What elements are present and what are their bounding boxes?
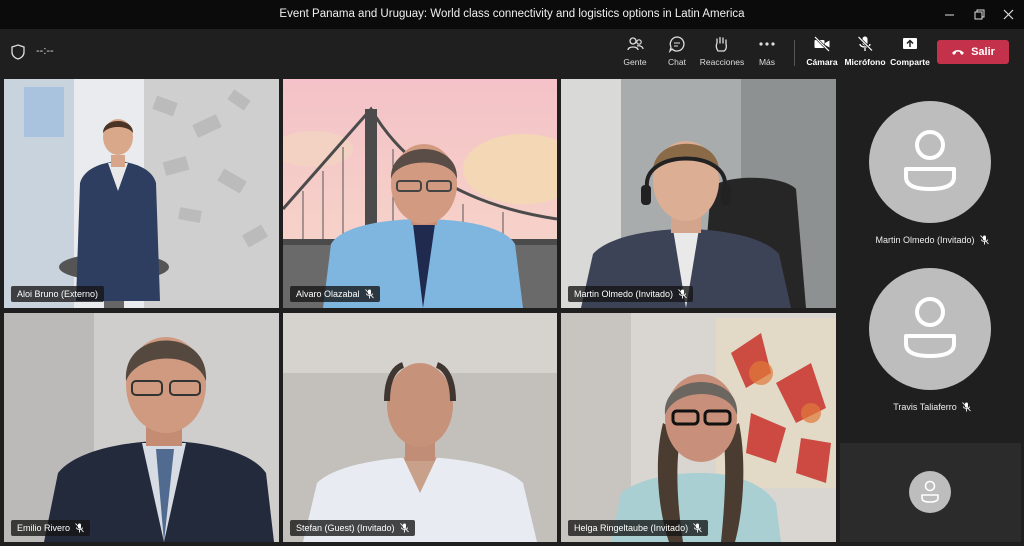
people-label: Gente xyxy=(623,57,647,67)
participant-silhouette xyxy=(44,337,274,542)
toolbar-divider xyxy=(794,40,795,66)
participant-name: Martin Olmedo (Invitado) xyxy=(574,289,674,299)
mic-muted-icon xyxy=(961,402,971,412)
raise-hand-icon xyxy=(715,36,728,52)
participant-nametag: Stefan (Guest) (Invitado) xyxy=(290,520,415,536)
meeting-timer: --:-- xyxy=(36,45,54,57)
people-icon xyxy=(627,37,644,51)
mic-off-icon xyxy=(857,36,873,52)
video-tile-helga-ringeltaube[interactable]: Helga Ringeltaube (Invitado) xyxy=(561,313,836,542)
shield-icon xyxy=(11,44,25,60)
participant-nametag: Martin Olmedo (Invitado) xyxy=(568,286,694,302)
mic-muted-icon xyxy=(693,523,702,533)
mic-muted-icon xyxy=(678,289,687,299)
mic-muted-icon xyxy=(399,523,409,533)
participant-name: Travis Taliaferro xyxy=(893,402,957,412)
leave-label: Salir xyxy=(971,46,995,58)
leave-button[interactable]: Salir xyxy=(937,40,1009,64)
self-avatar xyxy=(909,471,951,513)
chat-label: Chat xyxy=(668,57,686,67)
sidebar-participant-label: Travis Taliaferro xyxy=(840,402,1024,412)
participant-nametag: Helga Ringeltaube (Invitado) xyxy=(568,520,709,536)
video-tile-stefan[interactable]: Stefan (Guest) (Invitado) xyxy=(283,313,557,542)
video-tile-martin-olmedo[interactable]: Martin Olmedo (Invitado) xyxy=(561,79,836,308)
chat-icon xyxy=(668,36,685,53)
participant-nametag: Emilio Rivero xyxy=(11,520,91,536)
microphone-button[interactable]: Micrófono xyxy=(844,35,886,73)
share-label: Comparte xyxy=(890,57,930,67)
participant-name: Alvaro Olazabal xyxy=(296,289,360,299)
sidebar-participant-label: Martin Olmedo (Invitado) xyxy=(840,235,1024,245)
participant-name: Emilio Rivero xyxy=(17,523,71,533)
participant-silhouette xyxy=(611,374,781,542)
share-screen-icon xyxy=(903,38,917,49)
meeting-toolbar: --:-- Gente Chat Reacciones Más Cámara M… xyxy=(0,29,1024,77)
camera-label: Cámara xyxy=(806,57,838,67)
person-icon xyxy=(904,297,956,358)
share-button[interactable]: Comparte xyxy=(890,35,930,73)
title-bar: Event Panama and Uruguay: World class co… xyxy=(0,0,1024,29)
window-title: Event Panama and Uruguay: World class co… xyxy=(279,8,745,20)
person-icon xyxy=(904,130,956,191)
video-tile-emilio-rivero[interactable]: Emilio Rivero xyxy=(4,313,279,542)
participant-nametag: Alvaro Olazabal xyxy=(290,286,380,302)
video-tile-alvaro-olazabal[interactable]: Alvaro Olazabal xyxy=(283,79,557,308)
participant-silhouette xyxy=(581,141,791,308)
reactions-label: Reacciones xyxy=(699,57,745,67)
more-icon xyxy=(759,42,775,46)
hang-up-icon xyxy=(952,50,965,55)
people-button[interactable]: Gente xyxy=(615,35,655,73)
video-tile-aloi-bruno[interactable]: Aloi Bruno (Externo) xyxy=(4,79,279,308)
more-button[interactable]: Más xyxy=(747,35,787,73)
participant-name: Martin Olmedo (Invitado) xyxy=(875,235,975,245)
mic-muted-icon xyxy=(364,289,374,299)
self-view[interactable] xyxy=(840,443,1021,542)
participant-silhouette xyxy=(76,119,160,301)
reactions-button[interactable]: Reacciones xyxy=(699,35,745,73)
participant-nametag: Aloi Bruno (Externo) xyxy=(11,286,105,302)
close-icon[interactable] xyxy=(991,0,1024,29)
participant-silhouette xyxy=(303,362,537,542)
participant-name: Stefan (Guest) (Invitado) xyxy=(296,523,395,533)
minimize-icon[interactable] xyxy=(932,0,966,29)
mic-muted-icon xyxy=(979,235,989,245)
mic-muted-icon xyxy=(75,523,84,533)
participant-name: Helga Ringeltaube (Invitado) xyxy=(574,523,689,533)
more-label: Más xyxy=(758,57,776,67)
participant-silhouette xyxy=(323,144,523,308)
person-icon xyxy=(921,480,939,503)
avatar-travis-taliaferro[interactable] xyxy=(869,268,991,390)
chat-button[interactable]: Chat xyxy=(657,35,697,73)
camera-off-icon xyxy=(814,36,830,52)
camera-button[interactable]: Cámara xyxy=(802,35,842,73)
avatar-martin-olmedo[interactable] xyxy=(869,101,991,223)
mic-label: Micrófono xyxy=(844,57,886,67)
participant-name: Aloi Bruno (Externo) xyxy=(17,289,99,299)
